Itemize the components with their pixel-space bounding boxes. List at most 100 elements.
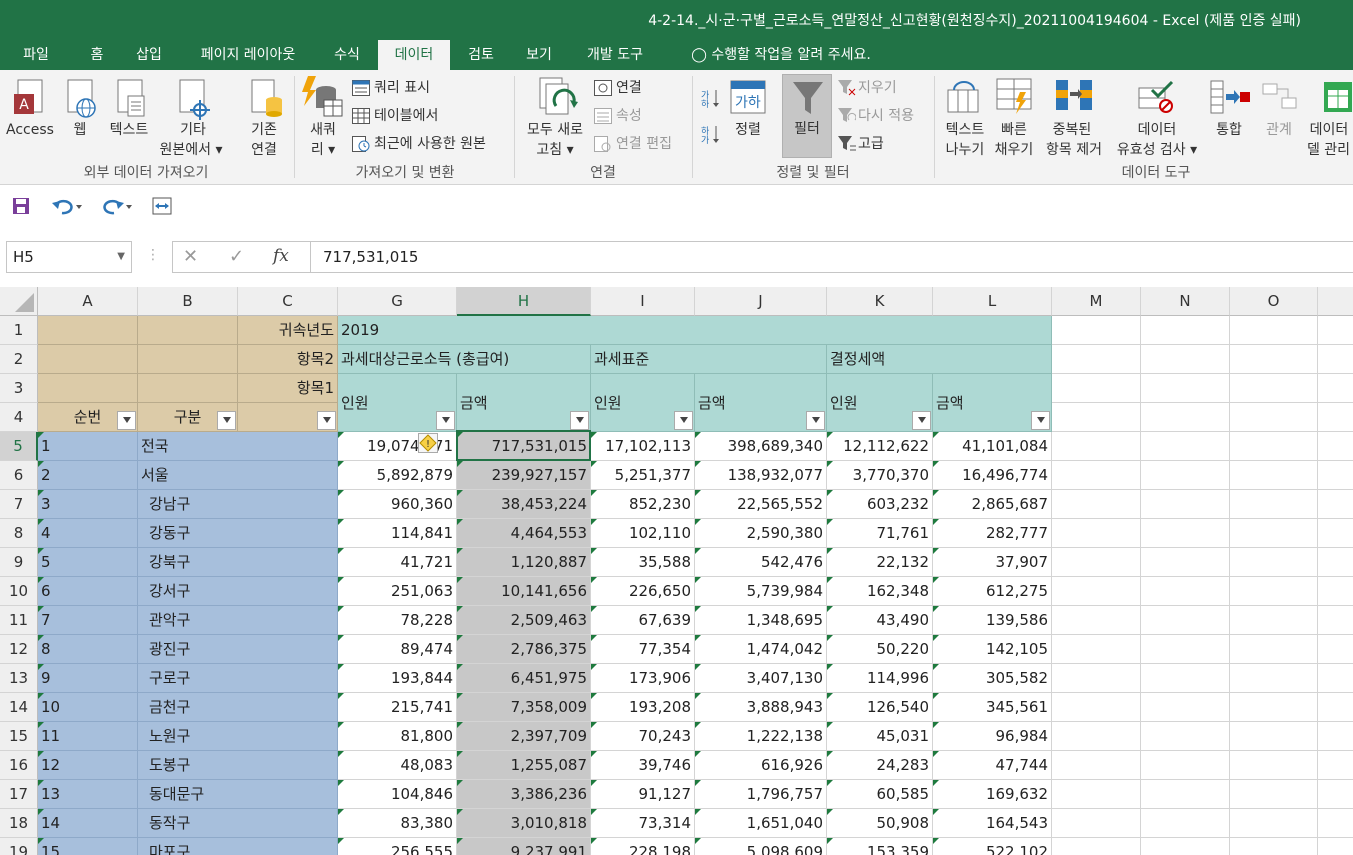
empty-cell[interactable] (1318, 432, 1353, 461)
region-cell[interactable]: 관악구 (138, 606, 338, 635)
refresh-all-label-1[interactable]: 모두 새로 (520, 120, 590, 140)
undo-icon[interactable] (52, 197, 82, 215)
people-cell[interactable]: 35,588 (591, 548, 695, 577)
empty-cell[interactable] (1052, 461, 1141, 490)
enter-check-icon[interactable]: ✓ (229, 246, 244, 267)
region-cell[interactable]: 강남구 (138, 490, 338, 519)
people-cell[interactable]: 39,746 (591, 751, 695, 780)
column-header-K[interactable]: K (827, 287, 933, 316)
header-cell-tax-base[interactable]: 과세표준 (591, 345, 827, 374)
amount-cell[interactable]: 164,543 (933, 809, 1052, 838)
column-header-I[interactable]: I (591, 287, 695, 316)
amount-cell[interactable]: 282,777 (933, 519, 1052, 548)
seq-cell[interactable]: 10 (38, 693, 138, 722)
empty-cell[interactable] (1141, 751, 1230, 780)
remove-duplicates-label-1[interactable]: 중복된 (1040, 120, 1104, 140)
empty-cell[interactable] (1052, 606, 1141, 635)
people-cell[interactable]: 3,770,370 (827, 461, 933, 490)
people-cell[interactable]: 226,650 (591, 577, 695, 606)
header-cell-people[interactable]: 인원 (827, 374, 933, 432)
amount-cell[interactable]: 717,531,015 (457, 432, 591, 461)
tab-file[interactable]: 파일 (8, 40, 64, 70)
empty-cell[interactable] (1141, 809, 1230, 838)
header-cell-a1[interactable] (38, 316, 138, 345)
empty-cell[interactable] (1318, 606, 1353, 635)
connections-button[interactable]: 연결 (616, 78, 642, 98)
header-cell-seq[interactable]: 순번 (38, 403, 138, 432)
people-cell[interactable]: 12,112,622 (827, 432, 933, 461)
row-header-11[interactable]: 11 (0, 606, 38, 635)
filter-dropdown-icon[interactable] (117, 411, 136, 430)
header-cell-b3[interactable] (138, 374, 238, 403)
empty-cell[interactable] (1318, 693, 1353, 722)
seq-cell[interactable]: 6 (38, 577, 138, 606)
empty-cell[interactable] (1052, 722, 1141, 751)
empty-cell[interactable] (1052, 780, 1141, 809)
people-cell[interactable]: 251,063 (338, 577, 457, 606)
empty-cell[interactable] (1141, 548, 1230, 577)
people-cell[interactable]: 19,074,171 (338, 432, 457, 461)
empty-cell[interactable] (1230, 548, 1318, 577)
people-cell[interactable]: 193,208 (591, 693, 695, 722)
empty-cell[interactable] (1318, 751, 1353, 780)
column-header-B[interactable]: B (138, 287, 238, 316)
amount-cell[interactable]: 1,255,087 (457, 751, 591, 780)
row-header-15[interactable]: 15 (0, 722, 38, 751)
empty-cell[interactable] (1230, 606, 1318, 635)
row-header-19[interactable]: 19 (0, 838, 38, 855)
people-cell[interactable]: 5,251,377 (591, 461, 695, 490)
empty-cell[interactable] (1230, 519, 1318, 548)
region-cell[interactable]: 금천구 (138, 693, 338, 722)
from-table-button[interactable]: 테이블에서 (374, 106, 438, 126)
header-cell-people[interactable]: 인원 (591, 374, 695, 432)
amount-cell[interactable]: 5,098,609 (695, 838, 827, 855)
region-cell[interactable]: 노원구 (138, 722, 338, 751)
amount-cell[interactable]: 1,651,040 (695, 809, 827, 838)
empty-cell[interactable] (1318, 374, 1353, 403)
header-cell-amount[interactable]: 금액 (457, 374, 591, 432)
empty-cell[interactable] (1230, 432, 1318, 461)
column-header-H[interactable]: H (457, 287, 591, 316)
header-cell-c4[interactable] (238, 403, 338, 432)
empty-cell[interactable] (1141, 635, 1230, 664)
empty-cell[interactable] (1230, 722, 1318, 751)
amount-cell[interactable]: 1,474,042 (695, 635, 827, 664)
empty-cell[interactable] (1318, 316, 1353, 345)
people-cell[interactable]: 78,228 (338, 606, 457, 635)
empty-cell[interactable] (1318, 403, 1353, 432)
existing-connections-label-2[interactable]: 연결 (240, 140, 288, 160)
amount-cell[interactable]: 345,561 (933, 693, 1052, 722)
clear-filter-button[interactable]: 지우기 (858, 78, 897, 98)
row-header-5[interactable]: 5 (0, 432, 38, 461)
column-header-M[interactable]: M (1052, 287, 1141, 316)
flash-fill-label-1[interactable]: 빠른 (990, 120, 1038, 140)
header-cell-region[interactable]: 구분 (138, 403, 238, 432)
tab-review[interactable]: 검토 (456, 40, 506, 70)
filter-dropdown-icon[interactable] (217, 411, 236, 430)
people-cell[interactable]: 114,996 (827, 664, 933, 693)
data-validation-label-2[interactable]: 유효성 검사 ▾ (1108, 140, 1206, 160)
seq-cell[interactable]: 12 (38, 751, 138, 780)
seq-cell[interactable]: 5 (38, 548, 138, 577)
amount-cell[interactable]: 37,907 (933, 548, 1052, 577)
get-data-access-button[interactable]: Access (4, 120, 56, 140)
header-cell-a3[interactable] (38, 374, 138, 403)
empty-cell[interactable] (1052, 374, 1141, 403)
header-cell-amount[interactable]: 금액 (695, 374, 827, 432)
amount-cell[interactable]: 239,927,157 (457, 461, 591, 490)
amount-cell[interactable]: 616,926 (695, 751, 827, 780)
insert-function-icon[interactable]: fx (273, 246, 289, 266)
header-cell-people[interactable]: 인원 (338, 374, 457, 432)
amount-cell[interactable]: 6,451,975 (457, 664, 591, 693)
row-header-10[interactable]: 10 (0, 577, 38, 606)
people-cell[interactable]: 104,846 (338, 780, 457, 809)
empty-cell[interactable] (1230, 809, 1318, 838)
empty-cell[interactable] (1141, 316, 1230, 345)
filter-dropdown-icon[interactable] (570, 411, 589, 430)
amount-cell[interactable]: 10,141,656 (457, 577, 591, 606)
empty-cell[interactable] (1052, 751, 1141, 780)
people-cell[interactable]: 60,585 (827, 780, 933, 809)
empty-cell[interactable] (1230, 316, 1318, 345)
empty-cell[interactable] (1141, 345, 1230, 374)
people-cell[interactable]: 67,639 (591, 606, 695, 635)
